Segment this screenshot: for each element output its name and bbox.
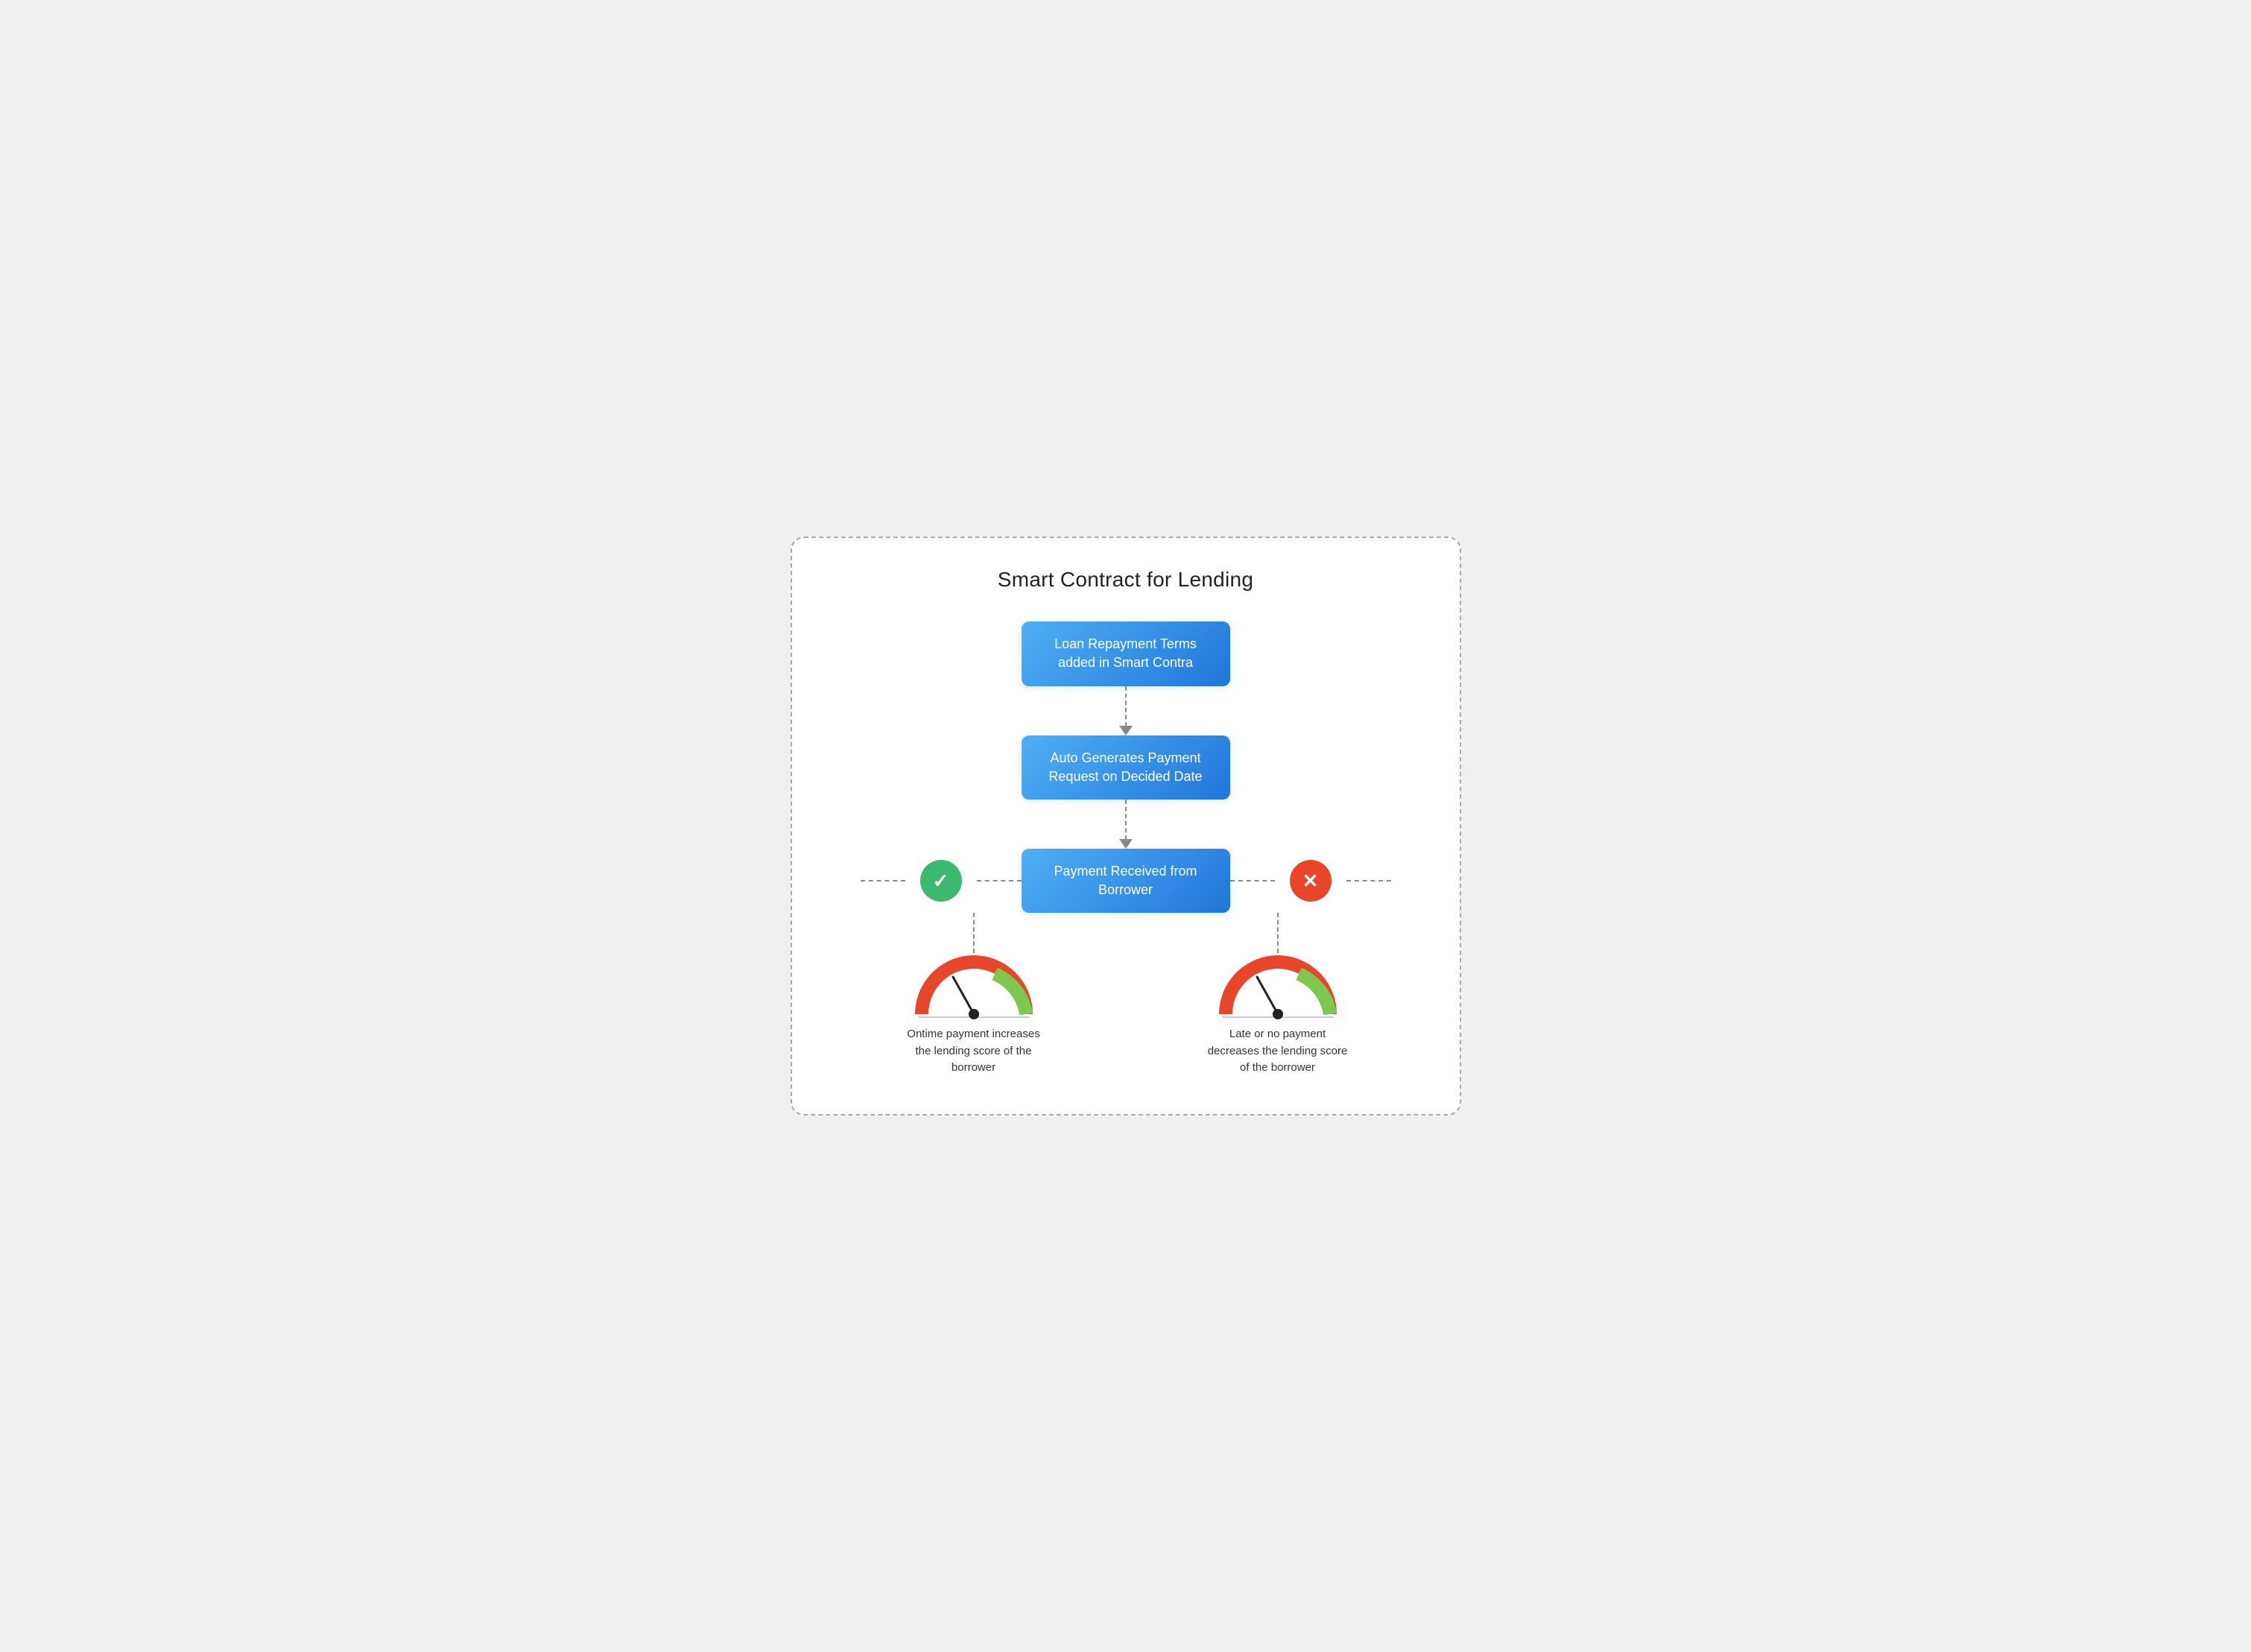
branch-ontime: Ontime payment increases the lending sco… [877,913,1071,1077]
x-icon: ✕ [1290,860,1332,902]
payment-row: ✓ Payment Received from Borrower ✕ [822,849,1430,913]
check-icon: ✓ [920,860,962,902]
dashed-h-left [861,880,905,882]
dashed-h-right2 [1346,880,1391,882]
label-late: Late or no payment decreases the lending… [1203,1026,1352,1077]
arrow-head-1 [1119,726,1133,735]
dashed-h-right [1230,880,1275,882]
bottom-row: Ontime payment increases the lending sco… [822,913,1430,1077]
arrow-1 [1119,686,1133,735]
gauge-svg-right [1218,953,1337,1020]
main-container: Smart Contract for Lending Loan Repaymen… [791,537,1461,1115]
box-loan-repayment: Loan Repayment Terms added in Smart Cont… [1022,621,1230,686]
dashed-h-left2 [977,880,1022,882]
gauge-svg-left [914,953,1033,1020]
box-auto-generates: Auto Generates Payment Request on Decide… [1022,735,1230,800]
page-title: Smart Contract for Lending [998,568,1253,592]
gauge-ontime [914,953,1033,1020]
dashed-line-2 [1125,800,1127,840]
flow-diagram: Loan Repayment Terms added in Smart Cont… [822,621,1430,1077]
arrow-2 [1119,800,1133,849]
gauge-late [1218,953,1337,1020]
arrow-head-2 [1119,839,1133,849]
branch-late: Late or no payment decreases the lending… [1181,913,1375,1077]
branch-line-left [973,913,975,953]
dashed-line-1 [1125,686,1127,727]
label-ontime: Ontime payment increases the lending sco… [899,1026,1048,1077]
branch-line-right [1277,913,1279,953]
box-payment-received: Payment Received from Borrower [1022,849,1230,913]
